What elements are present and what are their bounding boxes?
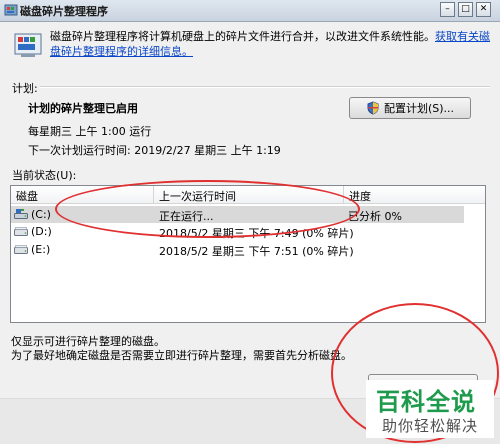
watermark-title: 百科全说 [376,388,476,416]
table-row[interactable]: (E:) 2018/5/2 星期三 下午 7:51 (0% 碎片) [11,241,464,258]
disk-name: (E:) [31,243,51,256]
section-divider [40,86,490,88]
watermark: 百科全说 助你轻松解决 [366,380,494,438]
shield-icon [367,101,379,115]
title-bar: 磁盘碎片整理程序 – □ ✕ [0,0,500,22]
watermark-subtitle: 助你轻松解决 [382,417,479,435]
drive-icon [14,245,28,254]
annotation-circle [55,180,360,238]
schedule-status: 计划的碎片整理已启用 [28,102,138,115]
configure-schedule-label: 配置计划(S)... [383,102,455,115]
close-button[interactable]: ✕ [476,2,491,17]
drive-icon [14,227,28,236]
last-run: 2018/5/2 星期三 下午 7:51 (0% 碎片) [159,245,354,258]
defrag-icon [14,33,42,57]
column-header-progress[interactable]: 进度 [344,186,485,204]
system-drive-icon [14,209,28,219]
disk-name: (D:) [31,225,52,238]
schedule-section-label: 计划: [12,82,38,95]
intro-description: 磁盘碎片整理程序将计算机硬盘上的碎片文件进行合并，以改进文件系统性能。获取有关磁… [50,29,490,59]
disk-name: (C:) [31,208,51,221]
configure-schedule-button[interactable]: 配置计划(S)... [349,97,471,119]
schedule-frequency: 每星期三 上午 1:00 运行 [28,125,152,138]
window-title: 磁盘碎片整理程序 [20,5,108,18]
minimize-button[interactable]: – [440,2,455,17]
intro-text: 磁盘碎片整理程序将计算机硬盘上的碎片文件进行合并，以改进文件系统性能。 [50,30,435,43]
current-status-label: 当前状态(U): [12,169,77,182]
maximize-button[interactable]: □ [458,2,473,17]
schedule-next-run: 下一次计划运行时间: 2019/2/27 星期三 上午 1:19 [28,144,281,157]
defrag-app-icon [4,4,18,16]
note-analyze-first: 为了最好地确定磁盘是否需要立即进行碎片整理，需要首先分析磁盘。 [11,349,352,362]
